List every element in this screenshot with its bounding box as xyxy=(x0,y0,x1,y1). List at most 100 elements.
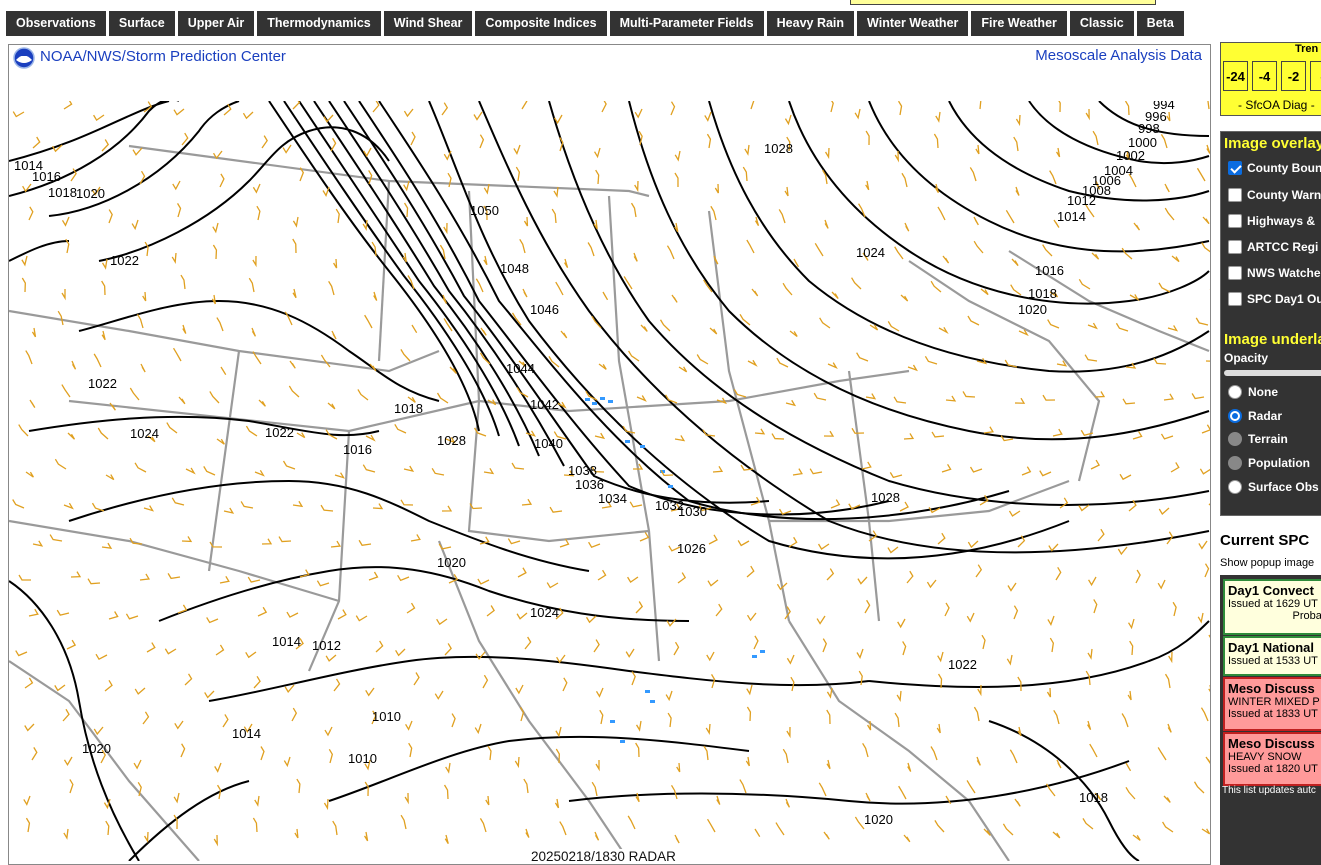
tab-observations[interactable]: Observations xyxy=(6,11,106,36)
popup-image-note[interactable]: Show popup image xyxy=(1220,557,1314,569)
wind-barb xyxy=(219,173,225,188)
radio-icon[interactable] xyxy=(1228,456,1242,470)
radio-selected-icon[interactable] xyxy=(1228,409,1242,423)
wind-barb xyxy=(900,294,909,302)
trend-cell-minus24[interactable]: -24 xyxy=(1223,61,1248,91)
tab-surface[interactable]: Surface xyxy=(108,11,175,36)
product-title: Meso Discuss xyxy=(1228,681,1315,696)
wind-barb xyxy=(865,180,870,191)
radio-icon[interactable] xyxy=(1228,385,1242,399)
wind-barb xyxy=(976,756,981,766)
wind-barb xyxy=(184,673,193,686)
tab-fire-weather[interactable]: Fire Weather xyxy=(971,11,1067,36)
tab-winter-weather[interactable]: Winter Weather xyxy=(857,11,969,36)
wind-barb xyxy=(702,429,716,437)
wind-barb xyxy=(1129,294,1140,302)
checkbox-icon[interactable] xyxy=(1228,292,1242,306)
tab-wind-shear[interactable]: Wind Shear xyxy=(383,11,473,36)
tab-classic[interactable]: Classic xyxy=(1069,11,1134,36)
product-meso-discussion-snow[interactable]: Meso Discuss HEAVY SNOW Issued at 1820 U… xyxy=(1223,732,1321,786)
underlay-population[interactable]: Population xyxy=(1228,453,1310,473)
radio-icon[interactable] xyxy=(1228,432,1242,446)
wind-barb xyxy=(61,216,70,227)
wind-barb xyxy=(515,684,524,695)
wind-barb xyxy=(595,169,600,185)
wind-barb xyxy=(333,678,341,692)
wind-barb xyxy=(167,573,181,580)
wind-barb xyxy=(709,327,718,335)
trend-cell-minus4[interactable]: -4 xyxy=(1252,61,1277,91)
wind-barb xyxy=(1205,756,1210,764)
overlay-spc-day1-outlook[interactable]: SPC Day1 Ou xyxy=(1228,289,1321,309)
wind-barb xyxy=(746,239,755,254)
checkbox-icon[interactable] xyxy=(1228,266,1242,280)
wind-barb xyxy=(674,435,686,442)
overlay-options-panel: Image overlay County Boun County Warn Hi… xyxy=(1220,131,1321,516)
wind-barb xyxy=(1171,255,1180,263)
radio-icon[interactable] xyxy=(1228,480,1242,494)
checkbox-checked-icon[interactable] xyxy=(1228,161,1242,175)
tab-thermodynamics[interactable]: Thermodynamics xyxy=(257,11,381,36)
wind-barb xyxy=(1201,828,1210,835)
wind-barb xyxy=(278,536,292,543)
wind-barb xyxy=(286,611,299,618)
wind-barb xyxy=(674,172,679,188)
wind-barb xyxy=(131,219,139,231)
wind-barb xyxy=(214,762,222,773)
underlay-terrain[interactable]: Terrain xyxy=(1228,429,1288,449)
tab-beta[interactable]: Beta xyxy=(1136,11,1184,36)
wind-barb xyxy=(479,134,485,149)
overlay-artcc-regions[interactable]: ARTCC Regi xyxy=(1228,237,1318,257)
contour-label: 1044 xyxy=(506,361,535,376)
page-title[interactable]: NOAA/NWS/Storm Prediction Center xyxy=(40,48,286,65)
wind-barb xyxy=(973,240,984,254)
underlay-radar[interactable]: Radar xyxy=(1228,406,1282,426)
overlay-nws-watches[interactable]: NWS Watche xyxy=(1228,263,1321,283)
wind-barb xyxy=(93,114,105,122)
wind-barb xyxy=(635,742,640,758)
noaa-logo-icon xyxy=(13,47,35,69)
overlay-highways[interactable]: Highways & xyxy=(1228,211,1315,231)
wind-barb xyxy=(1056,360,1068,367)
contour-label: 1020 xyxy=(864,812,893,827)
trend-cell-current[interactable]: - xyxy=(1310,61,1321,91)
wind-barb xyxy=(248,277,255,293)
wind-barb xyxy=(1002,823,1014,836)
trend-footer[interactable]: - SfcOA Diag - xyxy=(1238,98,1315,112)
wind-barb xyxy=(594,831,600,841)
wind-barb xyxy=(1158,282,1171,293)
product-day1-national[interactable]: Day1 National Issued at 1533 UT xyxy=(1223,636,1321,676)
trend-cell-minus2[interactable]: -2 xyxy=(1281,61,1306,91)
opacity-slider[interactable] xyxy=(1224,370,1321,376)
checkbox-icon[interactable] xyxy=(1228,240,1242,254)
wind-barb xyxy=(105,474,115,481)
mesoscale-analysis-title[interactable]: Mesoscale Analysis Data xyxy=(1035,47,1202,64)
tab-upper-air[interactable]: Upper Air xyxy=(177,11,255,36)
wind-barb xyxy=(593,639,600,653)
wind-barb xyxy=(63,101,73,110)
wind-barb xyxy=(242,111,254,120)
checkbox-icon[interactable] xyxy=(1228,188,1242,202)
wind-barb xyxy=(930,280,942,293)
wind-barb xyxy=(323,798,329,811)
tab-heavy-rain[interactable]: Heavy Rain xyxy=(766,11,855,36)
wind-barb xyxy=(1121,247,1133,260)
product-day1-convective[interactable]: Day1 Convect Issued at 1629 UT Probab xyxy=(1223,579,1321,635)
wind-barb xyxy=(826,568,835,581)
wind-barb xyxy=(666,245,675,260)
overlay-county-warnings[interactable]: County Warn xyxy=(1228,185,1321,205)
underlay-surface-obs[interactable]: Surface Obs xyxy=(1228,477,1319,497)
tab-multi-parameter-fields[interactable]: Multi-Parameter Fields xyxy=(609,11,764,36)
wind-barb xyxy=(1011,258,1019,267)
contour-label: 1016 xyxy=(343,442,372,457)
tab-composite-indices[interactable]: Composite Indices xyxy=(475,11,607,36)
product-meso-discussion-winter[interactable]: Meso Discuss WINTER MIXED P Issued at 18… xyxy=(1223,677,1321,731)
contour-label: 1050 xyxy=(470,203,499,218)
wind-barb xyxy=(525,828,530,838)
underlay-none[interactable]: None xyxy=(1228,382,1278,402)
overlay-county-boundaries[interactable]: County Boun xyxy=(1228,158,1321,178)
checkbox-icon[interactable] xyxy=(1228,214,1242,228)
wind-barb xyxy=(945,395,957,402)
wind-barb xyxy=(707,579,719,587)
surface-pressure-map[interactable]: 101410161018 1020102210221024 102210161018… xyxy=(9,101,1211,861)
